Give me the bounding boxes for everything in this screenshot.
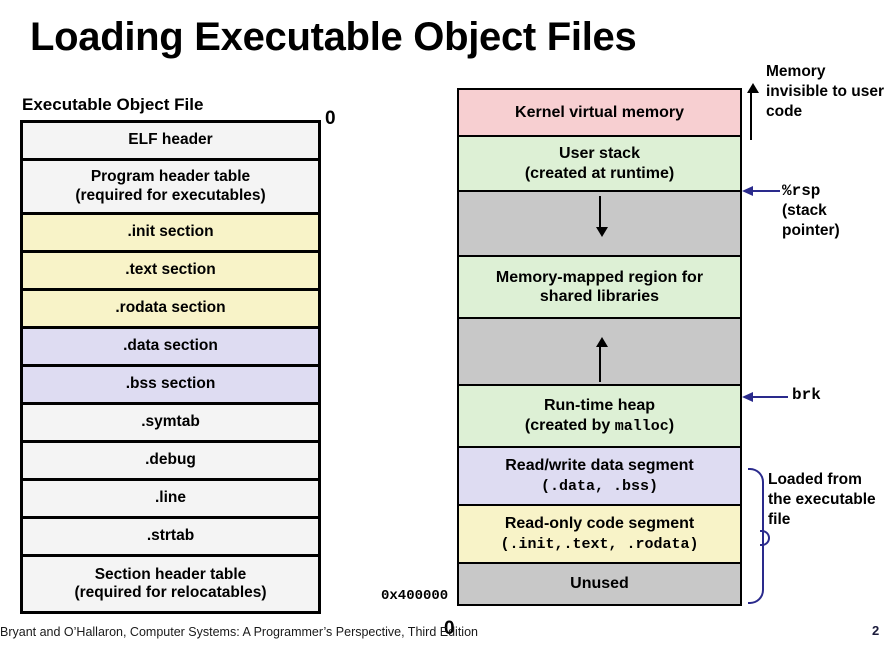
memory-region-sublabel: (created by malloc) — [525, 416, 674, 436]
memory-region-row: Run-time heap (created by malloc) — [459, 386, 740, 448]
loaded-from-executable-label: Loaded from the executable file — [768, 471, 876, 529]
loaded-from-executable-brace-icon — [748, 468, 770, 604]
brk-register-label: brk — [792, 386, 821, 404]
object-file-row-sublabel: (required for executables) — [75, 186, 266, 204]
object-file-row-label: .bss section — [125, 375, 216, 393]
object-file-row-label: .rodata section — [115, 299, 226, 317]
memory-region-sublabel-text: (created at runtime) — [524, 164, 675, 182]
memory-region-sublabel-text: shared libraries — [539, 288, 660, 305]
object-file-row-sublabel: (required for relocatables) — [74, 584, 267, 601]
object-file-row: .data section — [23, 329, 318, 367]
base-address-label: 0x400000 — [381, 588, 449, 604]
object-file-row-label: .symtab — [141, 413, 200, 431]
memory-region-row: Memory-mapped region for shared libraries — [459, 257, 740, 319]
page-title: Loading Executable Object Files — [30, 15, 637, 59]
memory-region-row — [459, 319, 740, 386]
memory-region-sublabel: (.init,.text, .rodata) — [500, 534, 698, 554]
memory-region-row: Read/write data segment (.data, .bss) — [459, 448, 740, 506]
virtual-memory-diagram: Kernel virtual memory User stack (created … — [457, 88, 742, 606]
executable-object-file-heading: Executable Object File — [22, 95, 204, 114]
memory-region-row: Unused — [459, 564, 740, 604]
object-file-row-label: .text section — [125, 261, 216, 279]
memory-region-sublabel-code: malloc — [614, 417, 669, 435]
heap-grows-up-arrow-icon — [595, 337, 608, 382]
object-file-row-label: .data section — [123, 337, 218, 355]
object-file-row: .symtab — [23, 405, 318, 443]
memory-invisible-label: Memory invisible to user code — [766, 63, 885, 121]
memory-region-label: User stack — [559, 145, 640, 163]
object-file-row-label: ELF header — [128, 131, 213, 149]
rsp-register-name: %rsp — [782, 182, 821, 200]
object-file-row: Program header table (required for execut… — [23, 161, 318, 215]
object-file-top-offset-label: 0 — [325, 108, 336, 129]
object-file-row: .init section — [23, 215, 318, 253]
memory-region-label: Run-time heap — [543, 397, 656, 415]
rsp-desc-line-1: (stack — [782, 202, 827, 220]
footer-credit: Bryant and O’Hallaron, Computer Systems:… — [0, 625, 478, 639]
object-file-row: .text section — [23, 253, 318, 291]
object-file-row-label: .line — [154, 489, 186, 507]
object-file-row-label: .debug — [145, 451, 196, 469]
object-file-row-label: .strtab — [146, 527, 195, 545]
object-file-row: .rodata section — [23, 291, 318, 329]
memory-region-sublabel: (.data, .bss) — [541, 476, 658, 496]
memory-region-label: Unused — [570, 575, 629, 593]
memory-region-sublabel: (created at runtime) — [525, 164, 674, 183]
object-file-row-label: Section header table — [94, 565, 247, 583]
object-file-row-label: Program header table — [90, 168, 251, 186]
memory-region-sublabel: shared libraries — [540, 287, 659, 306]
rsp-desc-line-2: pointer) — [782, 222, 840, 240]
kernel-memory-arrow-icon — [747, 83, 759, 140]
memory-region-sublabel-text: (created by — [524, 416, 615, 434]
executable-object-file-table: ELF header Program header table (required … — [20, 120, 321, 614]
memory-region-row: User stack (created at runtime) — [459, 137, 740, 192]
stack-grows-down-arrow-icon — [595, 196, 608, 237]
memory-region-label: Kernel virtual memory — [515, 103, 684, 121]
memory-region-sublabel-tail: ) — [668, 416, 675, 434]
rsp-pointer-arrow-icon — [742, 186, 780, 196]
object-file-row-label: .init section — [127, 223, 214, 241]
object-file-row: .strtab — [23, 519, 318, 557]
memory-region-label: Memory-mapped region for — [495, 268, 704, 286]
object-file-row: ELF header — [23, 123, 318, 161]
memory-region-label: Read/write data segment — [505, 457, 694, 475]
memory-region-row: Kernel virtual memory — [459, 90, 740, 137]
memory-region-label: Read-only code segment — [504, 515, 695, 533]
memory-region-row — [459, 192, 740, 257]
memory-region-row: Read-only code segment (.init,.text, .rod… — [459, 506, 740, 564]
object-file-row: .bss section — [23, 367, 318, 405]
memory-region-sublabel-code: (.init,.text, .rodata) — [500, 535, 699, 553]
brk-pointer-arrow-icon — [742, 392, 788, 402]
memory-region-sublabel-code: (.data, .bss) — [540, 477, 659, 495]
object-file-row: Section header table (required for reloca… — [23, 557, 318, 611]
object-file-row: .line — [23, 481, 318, 519]
object-file-row: .debug — [23, 443, 318, 481]
rsp-pointer-label: %rsp (stack pointer) — [782, 181, 887, 241]
slide-number: 2 — [872, 623, 880, 638]
